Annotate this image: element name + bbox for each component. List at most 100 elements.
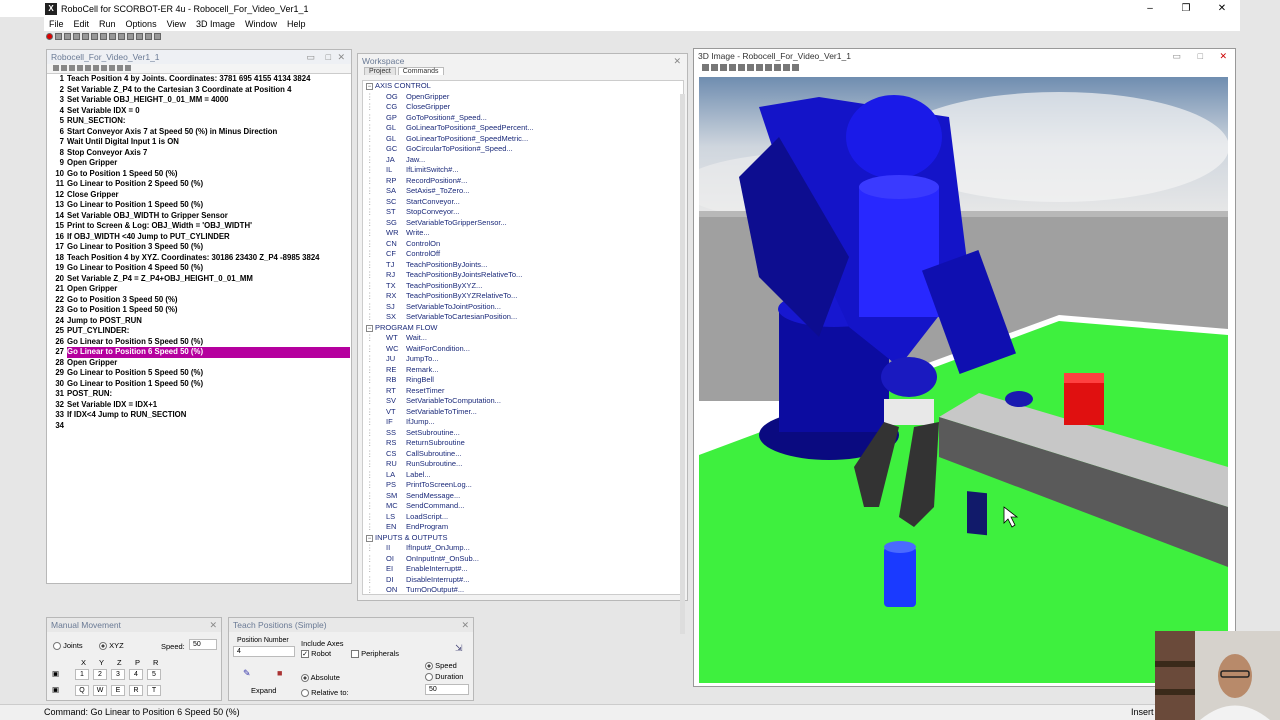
- camera-icon[interactable]: [738, 64, 745, 71]
- program-line[interactable]: 3 Set Variable OBJ_HEIGHT_0_01_MM = 4000: [51, 95, 351, 106]
- run-line-icon[interactable]: [117, 65, 123, 71]
- collapse-icon[interactable]: −: [366, 534, 373, 542]
- edit-icon[interactable]: [85, 65, 91, 71]
- tree-command[interactable]: ⋮ RE Remark...: [366, 365, 683, 376]
- tree-command[interactable]: ⋮ SS SetSubroutine...: [366, 428, 683, 439]
- relative-option[interactable]: Relative to:: [301, 688, 349, 698]
- program-line[interactable]: 14 Set Variable OBJ_WIDTH to Gripper Sens…: [51, 211, 351, 222]
- delete-icon[interactable]: ■: [277, 668, 282, 678]
- tab-project[interactable]: Project: [364, 67, 396, 75]
- tree-command[interactable]: ⋮ GL GoLinearToPosition#_SpeedMetric...: [366, 134, 683, 145]
- speed-input[interactable]: 50: [189, 639, 217, 650]
- tree-command[interactable]: ⋮ CS CallSubroutine...: [366, 449, 683, 460]
- peripherals-checkbox[interactable]: [351, 650, 359, 659]
- speed-radio[interactable]: [425, 662, 433, 671]
- tree-command[interactable]: ⋮ CN ControlOn: [366, 239, 683, 250]
- grid-icon[interactable]: [747, 64, 754, 71]
- program-line[interactable]: 1 Teach Position 4 by Joints. Coordinates…: [51, 74, 351, 85]
- program-line[interactable]: 12 Close Gripper: [51, 190, 351, 201]
- light-icon[interactable]: [756, 64, 763, 71]
- tree-command[interactable]: ⋮ RX TeachPositionByXYZRelativeTo...: [366, 291, 683, 302]
- tree-command[interactable]: ⋮ CF ControlOff: [366, 249, 683, 260]
- breakpoint-icon[interactable]: [125, 65, 131, 71]
- tree-command[interactable]: ⋮ GC GoCircularToPosition#_Speed...: [366, 144, 683, 155]
- tree-command[interactable]: ⋮ SJ SetVariableToJointPosition...: [366, 302, 683, 313]
- program-line[interactable]: 22 Go to Position 3 Speed 50 (%): [51, 295, 351, 306]
- tree-command[interactable]: ⋮ WR Write...: [366, 228, 683, 239]
- expand-button[interactable]: Expand: [251, 686, 276, 695]
- tree-command[interactable]: ⋮ CG CloseGripper: [366, 102, 683, 113]
- jog-key-1[interactable]: 1: [75, 669, 89, 680]
- jog-key-t[interactable]: T: [147, 685, 161, 696]
- tree-command[interactable]: ⋮ OG OpenGripper: [366, 92, 683, 103]
- restore-button[interactable]: ❐: [1168, 0, 1204, 17]
- tree-command[interactable]: ⋮ RT ResetTimer: [366, 386, 683, 397]
- xyz-radio[interactable]: [99, 642, 107, 651]
- jog-key-3[interactable]: 3: [111, 669, 125, 680]
- tab-commands[interactable]: Commands: [397, 67, 444, 75]
- close-icon[interactable]: ✕: [337, 50, 345, 64]
- up-icon[interactable]: [69, 65, 75, 71]
- program-line[interactable]: 32 Set Variable IDX = IDX+1: [51, 400, 351, 411]
- tree-command[interactable]: ⋮ EN EndProgram: [366, 522, 683, 533]
- menu-edit[interactable]: Edit: [69, 19, 95, 29]
- tree-command[interactable]: ⋮ MC SendCommand...: [366, 501, 683, 512]
- side-view-icon[interactable]: [774, 64, 781, 71]
- teach-icon[interactable]: ✎: [243, 668, 251, 679]
- tree-command[interactable]: ⋮ ST StopConveyor...: [366, 207, 683, 218]
- close-button[interactable]: ✕: [1204, 0, 1240, 17]
- front-view-icon[interactable]: [765, 64, 772, 71]
- tree-command[interactable]: ⋮ JA Jaw...: [366, 155, 683, 166]
- find-icon[interactable]: [109, 65, 115, 71]
- duration-option[interactable]: Duration: [425, 672, 463, 682]
- down-icon[interactable]: [77, 65, 83, 71]
- maximize-icon[interactable]: □: [1198, 49, 1203, 63]
- tree-command[interactable]: ⋮ TX TeachPositionByXYZ...: [366, 281, 683, 292]
- robot-option[interactable]: ✓ Robot: [301, 649, 331, 659]
- copy-icon[interactable]: [91, 33, 98, 40]
- speed-value-input[interactable]: 50: [425, 684, 469, 695]
- tree-group[interactable]: − PROGRAM FLOW: [366, 323, 683, 334]
- tree-command[interactable]: ⋮ SA SetAxis#_ToZero...: [366, 186, 683, 197]
- tree-command[interactable]: ⋮ RS ReturnSubroutine: [366, 438, 683, 449]
- relative-radio[interactable]: [301, 689, 309, 698]
- duration-radio[interactable]: [425, 673, 433, 682]
- program-line[interactable]: 7 Wait Until Digital Input 1 is ON: [51, 137, 351, 148]
- rotate-icon[interactable]: [720, 64, 727, 71]
- tree-command[interactable]: ⋮ VT SetVariableToTimer...: [366, 407, 683, 418]
- new-icon[interactable]: [55, 33, 62, 40]
- redo-icon[interactable]: [101, 65, 107, 71]
- program-line[interactable]: 19 Go Linear to Position 4 Speed 50 (%): [51, 263, 351, 274]
- menu-window[interactable]: Window: [240, 19, 282, 29]
- peripherals-option[interactable]: Peripherals: [351, 649, 399, 659]
- joints-option[interactable]: Joints: [53, 641, 83, 651]
- program-line[interactable]: 34: [51, 421, 351, 432]
- menu-help[interactable]: Help: [282, 19, 311, 29]
- settings-icon[interactable]: [145, 33, 152, 40]
- pin-icon[interactable]: ⇲: [455, 643, 463, 654]
- collapse-icon[interactable]: −: [366, 324, 373, 332]
- tree-command[interactable]: ⋮ TJ TeachPositionByJoints...: [366, 260, 683, 271]
- tree-command[interactable]: ⋮ SV SetVariableToComputation...: [366, 396, 683, 407]
- tree-command[interactable]: ⋮ ON TurnOnOutput#...: [366, 585, 683, 594]
- tree-command[interactable]: ⋮ OI OnInputInt#_OnSub...: [366, 554, 683, 565]
- tree-command[interactable]: ⋮ DI DisableInterrupt#...: [366, 575, 683, 586]
- program-line[interactable]: 33 If IDX<4 Jump to RUN_SECTION: [51, 410, 351, 421]
- step-icon[interactable]: [127, 33, 134, 40]
- program-line[interactable]: 17 Go Linear to Position 3 Speed 50 (%): [51, 242, 351, 253]
- close-icon[interactable]: ✕: [209, 618, 217, 632]
- insert-icon[interactable]: [53, 65, 59, 71]
- speed-option[interactable]: Speed: [425, 661, 457, 671]
- collapse-icon[interactable]: −: [366, 83, 373, 90]
- tree-command[interactable]: ⋮ PS PrintToScreenLog...: [366, 480, 683, 491]
- close-icon[interactable]: ✕: [461, 618, 469, 632]
- program-line[interactable]: 8 Stop Conveyor Axis 7: [51, 148, 351, 159]
- tree-command[interactable]: ⋮ GL GoLinearToPosition#_SpeedPercent...: [366, 123, 683, 134]
- tree-command[interactable]: ⋮ LA Label...: [366, 470, 683, 481]
- absolute-option[interactable]: Absolute: [301, 673, 340, 683]
- program-line[interactable]: 28 Open Gripper: [51, 358, 351, 369]
- program-line[interactable]: 30 Go Linear to Position 1 Speed 50 (%): [51, 379, 351, 390]
- tree-command[interactable]: ⋮ WC WaitForCondition...: [366, 344, 683, 355]
- tree-group[interactable]: − AXIS CONTROL: [366, 81, 683, 92]
- jog-key-2[interactable]: 2: [93, 669, 107, 680]
